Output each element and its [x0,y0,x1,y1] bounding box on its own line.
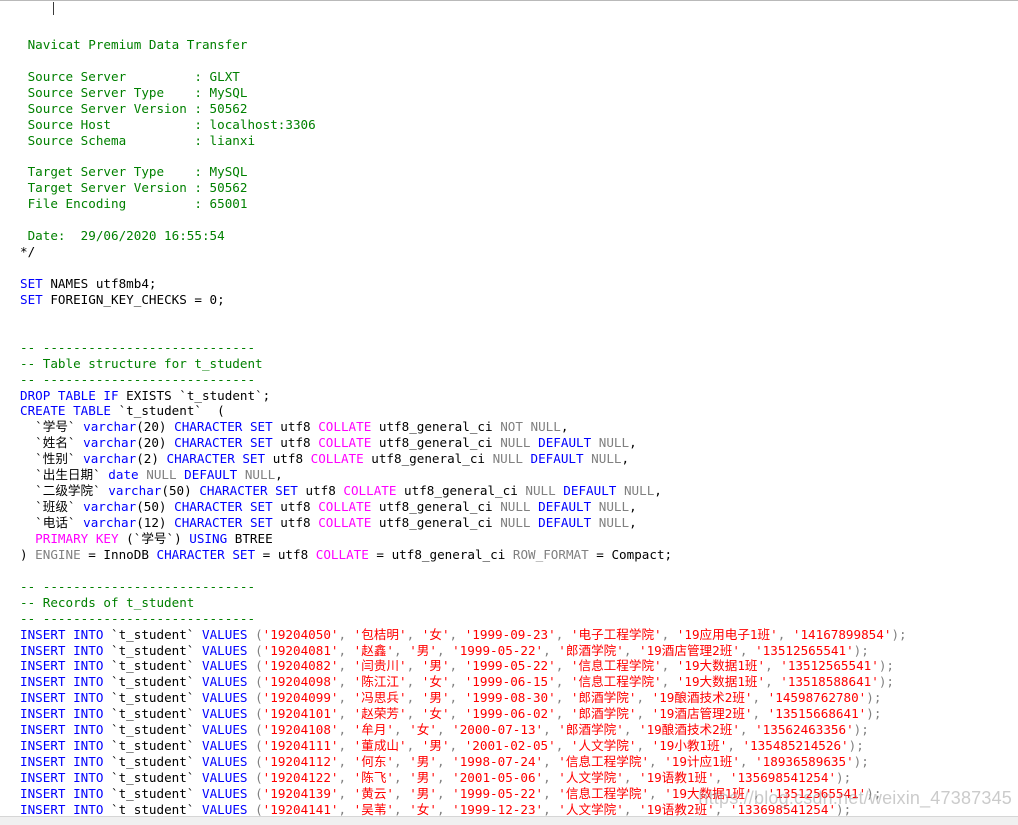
set-names-statement: SET NAMES utf8mb4; [20,275,157,291]
comment-date: Date: 29/06/2020 16:55:54 [20,228,225,244]
comment-field-3: Source Host : localhost:3306 [20,116,316,132]
drop-table-statement: DROP TABLE IF EXISTS `t_student`; [20,387,271,403]
column-def-4: `二级学院` varchar(50) CHARACTER SET utf8 CO… [20,483,662,499]
insert-row-7: INSERT INTO `t_student` VALUES ('1920411… [20,738,864,754]
section-rule: -- ---------------------------- [20,578,256,594]
comment-field-1: Source Server Type : MySQL [20,84,248,100]
insert-row-0: INSERT INTO `t_student` VALUES ('1920405… [20,626,907,642]
sql-code-area[interactable]: Navicat Premium Data Transfer Source Ser… [0,5,907,825]
insert-row-2: INSERT INTO `t_student` VALUES ('1920408… [20,658,895,674]
section-records-title: -- Records of t_student [20,594,195,610]
column-def-1: `姓名` varchar(20) CHARACTER SET utf8 COLL… [20,435,637,451]
insert-row-8: INSERT INTO `t_student` VALUES ('1920411… [20,754,869,770]
section-rule: -- ---------------------------- [20,339,256,355]
engine-options: ) ENGINE = InnoDB CHARACTER SET = utf8 C… [20,546,673,562]
section-structure-title: -- Table structure for t_student [20,355,263,371]
sql-editor-pane[interactable]: Navicat Premium Data Transfer Source Ser… [0,0,1018,825]
insert-row-10: INSERT INTO `t_student` VALUES ('1920413… [20,785,882,801]
insert-row-5: INSERT INTO `t_student` VALUES ('1920410… [20,706,882,722]
create-table-statement: CREATE TABLE `t_student` ( [20,403,225,419]
comment-field-2: Source Server Version : 50562 [20,100,248,116]
comment-field-6: Target Server Version : 50562 [20,180,248,196]
sql-code-lines: Navicat Premium Data Transfer Source Ser… [20,37,907,825]
column-def-2: `性别` varchar(2) CHARACTER SET utf8 COLLA… [20,451,630,467]
primary-key-def: PRIMARY KEY (`学号`) USING BTREE [35,530,273,546]
insert-row-4: INSERT INTO `t_student` VALUES ('1920409… [20,690,882,706]
set-foreign-key-checks-statement: SET FOREIGN_KEY_CHECKS = 0; [20,291,225,307]
comment-title: Navicat Premium Data Transfer [20,36,248,52]
section-rule: -- ---------------------------- [20,610,256,626]
bottom-status-bar [0,816,1018,825]
comment-field-0: Source Server : GLXT [20,68,240,84]
insert-row-6: INSERT INTO `t_student` VALUES ('1920410… [20,722,869,738]
insert-row-1: INSERT INTO `t_student` VALUES ('1920408… [20,642,869,658]
comment-field-4: Source Schema : lianxi [20,132,256,148]
comment-field-7: File Encoding : 65001 [20,196,248,212]
comment-close: */ [20,244,36,260]
column-def-0: `学号` varchar(20) CHARACTER SET utf8 COLL… [20,419,569,435]
comment-field-5: Target Server Type : MySQL [20,164,248,180]
insert-row-3: INSERT INTO `t_student` VALUES ('1920409… [20,674,895,690]
column-def-3: `出生日期` date NULL DEFAULT NULL, [20,467,283,483]
insert-row-9: INSERT INTO `t_student` VALUES ('1920412… [20,770,852,786]
section-rule: -- ---------------------------- [20,371,256,387]
column-def-5: `班级` varchar(50) CHARACTER SET utf8 COLL… [20,499,637,515]
column-def-6: `电话` varchar(12) CHARACTER SET utf8 COLL… [20,515,637,531]
